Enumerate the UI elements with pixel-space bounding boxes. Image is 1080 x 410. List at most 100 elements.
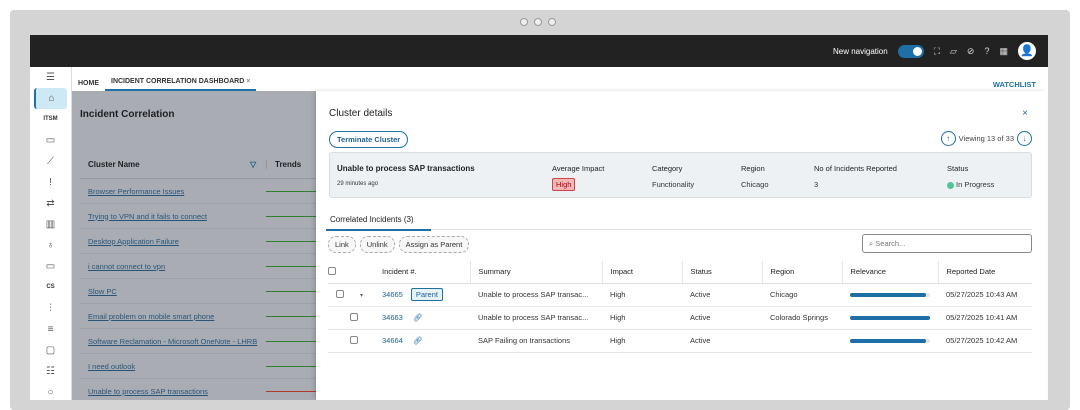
count-value: 3 [814,180,819,189]
trend-line [266,365,316,367]
cluster-row: i cannot connect to vpn [80,254,316,279]
cluster-row: Slow PC [80,279,316,304]
row-checkbox[interactable] [350,335,358,344]
date-cell: 05/27/2025 10:43 AM [938,283,1032,307]
close-icon[interactable]: × [1022,108,1028,119]
new-nav-label: New navigation [832,46,888,56]
status-cell: Active [682,306,762,330]
table-row[interactable]: 34664 🔗︎ SAP Failing on transactions High… [328,329,1032,353]
arrow-up-icon[interactable]: ↑ [940,131,956,146]
col-incident: Incident #. [374,261,470,284]
fullscreen-icon[interactable]: ⛶ [934,46,940,57]
category-value: Functionality [652,180,695,189]
cluster-row: Trying to VPN and it fails to connect [80,204,316,229]
cluster-link[interactable]: Software Reclamation - Microsoft OneNote… [80,337,266,346]
panel-title: Cluster details [329,108,393,119]
impact-cell: High [602,306,682,330]
select-all-checkbox[interactable] [328,266,336,275]
sync-icon[interactable]: ⇄ [30,193,71,214]
cluster-link[interactable]: Email problem on mobile smart phone [80,312,266,321]
incidents-table: Incident #. Summary Impact Status Region… [328,261,1032,353]
summary-cell: Unable to process SAP transac... [470,306,602,330]
trend-line [266,315,316,317]
monitor-icon[interactable]: ▭ [30,256,71,277]
divider [431,229,1032,230]
tab-correlated-incidents[interactable]: Correlated Incidents (3) [326,211,431,231]
incident-link[interactable]: 34663 [382,313,403,322]
summary-cell: Unable to process SAP transac... [470,283,602,307]
search-input[interactable]: ⌕ Search... [862,234,1032,253]
link-button[interactable]: Link [328,236,356,253]
row-checkbox[interactable] [350,312,358,321]
checklist-icon[interactable]: ☷ [30,361,71,382]
ticket-icon[interactable]: ▭ [30,130,71,151]
cluster-link[interactable]: Desktop Application Failure [80,237,266,246]
cluster-link[interactable]: i cannot connect to vpn [80,262,266,271]
tab-dashboard-label: INCIDENT CORRELATION DASHBOARD [111,78,245,85]
table-row[interactable]: ▾ 34665 Parent Unable to process SAP tran… [328,283,1032,307]
apps-grid-icon[interactable]: ▦ [999,46,1008,57]
alert-icon[interactable]: ! [30,172,71,193]
cluster-row: Browser Performance Issues [80,179,316,204]
col-cluster-name: Cluster Name [88,160,140,169]
menu-icon[interactable]: ☰ [30,67,71,88]
col-impact: Impact [601,261,682,284]
cluster-link[interactable]: I need outlook [80,362,266,371]
watchlist-link[interactable]: WATCHLIST [993,80,1036,89]
status-dot [947,181,954,189]
region-cell: Chicago [762,283,842,307]
chat-icon[interactable]: ▱ [950,46,957,57]
cluster-link[interactable]: Unable to process SAP transactions [80,387,266,396]
incident-link[interactable]: 34665 [382,290,403,299]
parent-badge: Parent [410,288,443,301]
top-bar: New navigation ⛶ ▱ ⊘ ? ▦ 👤 [30,35,1048,67]
trend-line [266,240,316,242]
sidebar-itsm[interactable]: ITSM [30,109,71,130]
tab-bar: HOME INCIDENT CORRELATION DASHBOARD × [72,67,1048,91]
terminate-cluster-button[interactable]: Terminate Cluster [329,131,409,148]
category-label: Category [652,164,683,173]
cluster-summary-card: Unable to process SAP transactions 29 mi… [329,152,1032,198]
tab-home[interactable]: HOME [72,80,105,91]
relevance-bar [850,338,930,343]
sidebar: ☰ ⌂ ITSM ▭ ⟋ ! ⇄ ▥ ♁ ▭ CS ⫶ ≡ ▢ ☷ ○ [30,67,72,400]
unlink-button[interactable]: Unlink [359,236,395,253]
table-row[interactable]: 34663 🔗︎ Unable to process SAP transac...… [328,306,1032,330]
user-avatar[interactable]: 👤 [1018,42,1036,60]
home-icon[interactable]: ⌂ [34,88,67,109]
cluster-rows: Browser Performance Issues Trying to VPN … [80,179,316,400]
analytics-icon[interactable]: ⫶ [30,298,71,319]
close-tab-icon[interactable]: × [246,78,250,85]
arrow-down-icon[interactable]: ↓ [1017,131,1032,146]
link-off-icon[interactable]: ⟋ [30,151,71,172]
cluster-time: 29 minutes ago [337,181,379,187]
cluster-link[interactable]: Trying to VPN and it fails to connect [80,212,266,221]
expand-icon[interactable]: ▾ [360,293,363,299]
help-icon[interactable]: ? [984,46,989,56]
report-icon[interactable]: ≡ [30,319,71,340]
status-cell: Active [682,329,762,353]
screen-off-icon[interactable]: ⊘ [967,46,975,57]
cluster-link[interactable]: Browser Performance Issues [80,187,266,196]
date-cell: 05/27/2025 10:42 AM [938,329,1032,353]
tab-dashboard[interactable]: INCIDENT CORRELATION DASHBOARD × [105,78,257,91]
incident-correlation-list: Incident Correlation Cluster Name ▽ Tren… [72,91,316,400]
assign-parent-button[interactable]: Assign as Parent [398,236,470,253]
cluster-link[interactable]: Slow PC [80,287,266,296]
filter-icon[interactable]: ▽ [250,160,266,169]
sidebar-cs[interactable]: CS [30,277,71,298]
impact-badge: High [552,178,576,191]
new-nav-toggle[interactable] [897,44,924,58]
incident-link[interactable]: 34664 [382,336,403,345]
cluster-row: Unable to process SAP transactions [80,379,316,400]
library-icon[interactable]: ▥ [30,214,71,235]
page-title: Incident Correlation [80,109,175,120]
location-icon[interactable]: ○ [30,382,71,400]
cluster-row: I need outlook [80,354,316,379]
lightbulb-icon[interactable]: ♁ [30,235,71,256]
calendar-icon[interactable]: ▢ [30,340,71,361]
trend-line [266,265,316,267]
cluster-row: Software Reclamation - Microsoft OneNote… [80,329,316,354]
row-checkbox[interactable] [336,289,344,298]
status-value: In Progress [956,180,995,189]
